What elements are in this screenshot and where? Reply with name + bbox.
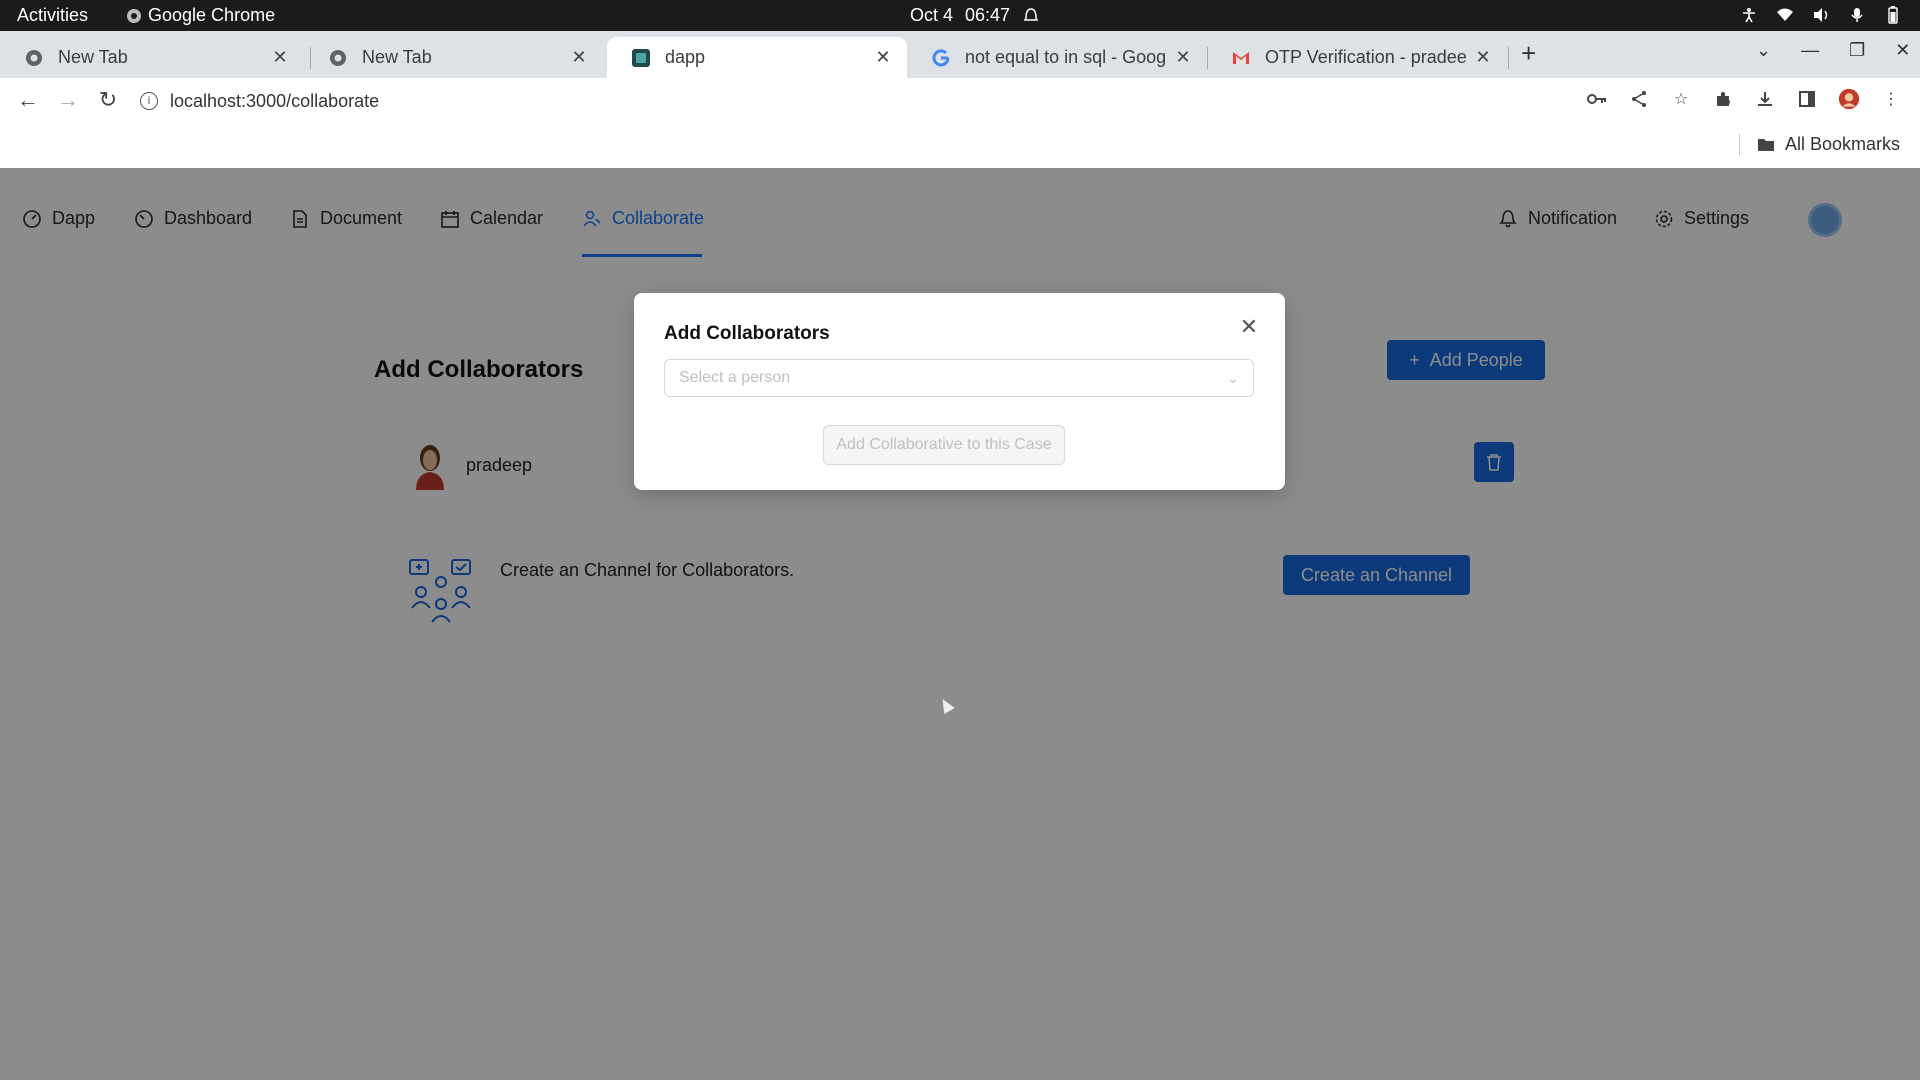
app-name: Google Chrome <box>148 5 276 25</box>
person-select[interactable]: Select a person ⌄ <box>664 359 1254 397</box>
accessibility-icon <box>1740 6 1758 24</box>
tab-new-tab-2[interactable]: New Tab ✕ <box>304 37 603 78</box>
share-icon[interactable] <box>1628 88 1650 110</box>
tab-close-icon[interactable]: ✕ <box>270 47 290 68</box>
chrome-icon <box>127 8 142 23</box>
page-viewport: Dapp Dashboard Document Calendar Collabo… <box>0 168 1920 1080</box>
all-bookmarks-button[interactable]: All Bookmarks <box>1757 134 1900 155</box>
tab-label: New Tab <box>58 47 128 67</box>
restore-icon[interactable]: ❐ <box>1849 40 1865 61</box>
tab-new-tab-1[interactable]: New Tab ✕ <box>0 37 304 78</box>
add-collaborative-label: Add Collaborative to this Case <box>836 436 1052 453</box>
dapp-icon <box>632 48 650 67</box>
activities-button[interactable]: Activities <box>17 5 88 26</box>
os-top-bar: Activities Google Chrome Oct 4 06:47 <box>0 0 1920 31</box>
tab-close-icon[interactable]: ✕ <box>1173 47 1193 68</box>
tab-close-icon[interactable]: ✕ <box>1473 47 1493 68</box>
tab-close-icon[interactable]: ✕ <box>873 47 893 68</box>
back-icon[interactable]: ← <box>14 86 42 114</box>
side-panel-icon[interactable] <box>1796 88 1818 110</box>
tab-search-icon[interactable]: ⌄ <box>1756 40 1771 61</box>
extensions-icon[interactable] <box>1712 88 1734 110</box>
site-info-icon[interactable]: i <box>140 92 158 110</box>
add-collaborative-button[interactable]: Add Collaborative to this Case <box>823 425 1065 465</box>
close-window-icon[interactable]: ✕ <box>1895 40 1910 61</box>
window-controls: ⌄ — ❐ ✕ <box>1756 40 1910 61</box>
clock-time: 06:47 <box>965 5 1011 25</box>
bookmarks-bar: All Bookmarks <box>0 124 1920 168</box>
app-menu[interactable]: Google Chrome <box>126 5 275 26</box>
tab-label: New Tab <box>362 47 432 67</box>
star-icon[interactable]: ☆ <box>1670 88 1692 110</box>
add-collaborators-modal: Add Collaborators ✕ Select a person ⌄ Ad… <box>634 293 1285 490</box>
tab-dapp[interactable]: dapp ✕ <box>607 37 907 78</box>
alarm-icon <box>1022 7 1040 25</box>
chrome-icon <box>26 49 42 66</box>
forward-icon[interactable]: → <box>54 86 82 114</box>
volume-icon <box>1812 6 1830 24</box>
reload-icon[interactable]: ↻ <box>94 86 122 114</box>
system-tray[interactable] <box>1740 6 1902 24</box>
folder-icon <box>1757 138 1774 151</box>
download-icon[interactable] <box>1754 88 1776 110</box>
tab-gmail[interactable]: OTP Verification - pradee ✕ <box>1207 37 1507 78</box>
new-tab-button[interactable]: + <box>1521 38 1536 69</box>
toolbar-actions: ☆ ⋮ <box>1586 88 1902 110</box>
modal-title: Add Collaborators <box>664 323 830 344</box>
gmail-icon <box>1233 51 1249 64</box>
kebab-menu-icon[interactable]: ⋮ <box>1880 88 1902 110</box>
bookmarks-divider <box>1739 134 1740 156</box>
profile-avatar[interactable] <box>1838 88 1860 110</box>
tab-label: not equal to in sql - Goog <box>965 47 1167 67</box>
address-bar[interactable]: i localhost:3000/collaborate <box>140 82 1540 120</box>
url-text: localhost:3000/collaborate <box>170 90 380 111</box>
minimize-icon[interactable]: — <box>1801 40 1819 61</box>
tab-google-search[interactable]: not equal to in sql - Goog ✕ <box>907 37 1207 78</box>
tab-strip: New Tab ✕ New Tab ✕ dapp ✕ not equal to … <box>0 31 1920 78</box>
person-select-placeholder: Select a person <box>679 369 791 386</box>
tab-label: OTP Verification - pradee <box>1265 47 1467 67</box>
browser-toolbar: ← → ↻ i localhost:3000/collaborate ☆ ⋮ <box>0 78 1920 124</box>
key-icon[interactable] <box>1586 88 1608 110</box>
all-bookmarks-label: All Bookmarks <box>1784 134 1900 154</box>
close-icon[interactable]: ✕ <box>1237 314 1261 339</box>
wifi-icon <box>1776 6 1794 24</box>
battery-icon <box>1884 6 1902 24</box>
chrome-icon <box>330 49 346 66</box>
tab-divider <box>1508 47 1509 69</box>
chevron-down-icon: ⌄ <box>1227 369 1239 386</box>
microphone-icon <box>1848 6 1866 24</box>
clock-date: Oct 4 <box>910 5 954 25</box>
tab-close-icon[interactable]: ✕ <box>569 47 589 68</box>
clock[interactable]: Oct 4 06:47 <box>910 5 1040 26</box>
google-icon <box>932 48 950 66</box>
tab-label: dapp <box>665 47 706 67</box>
